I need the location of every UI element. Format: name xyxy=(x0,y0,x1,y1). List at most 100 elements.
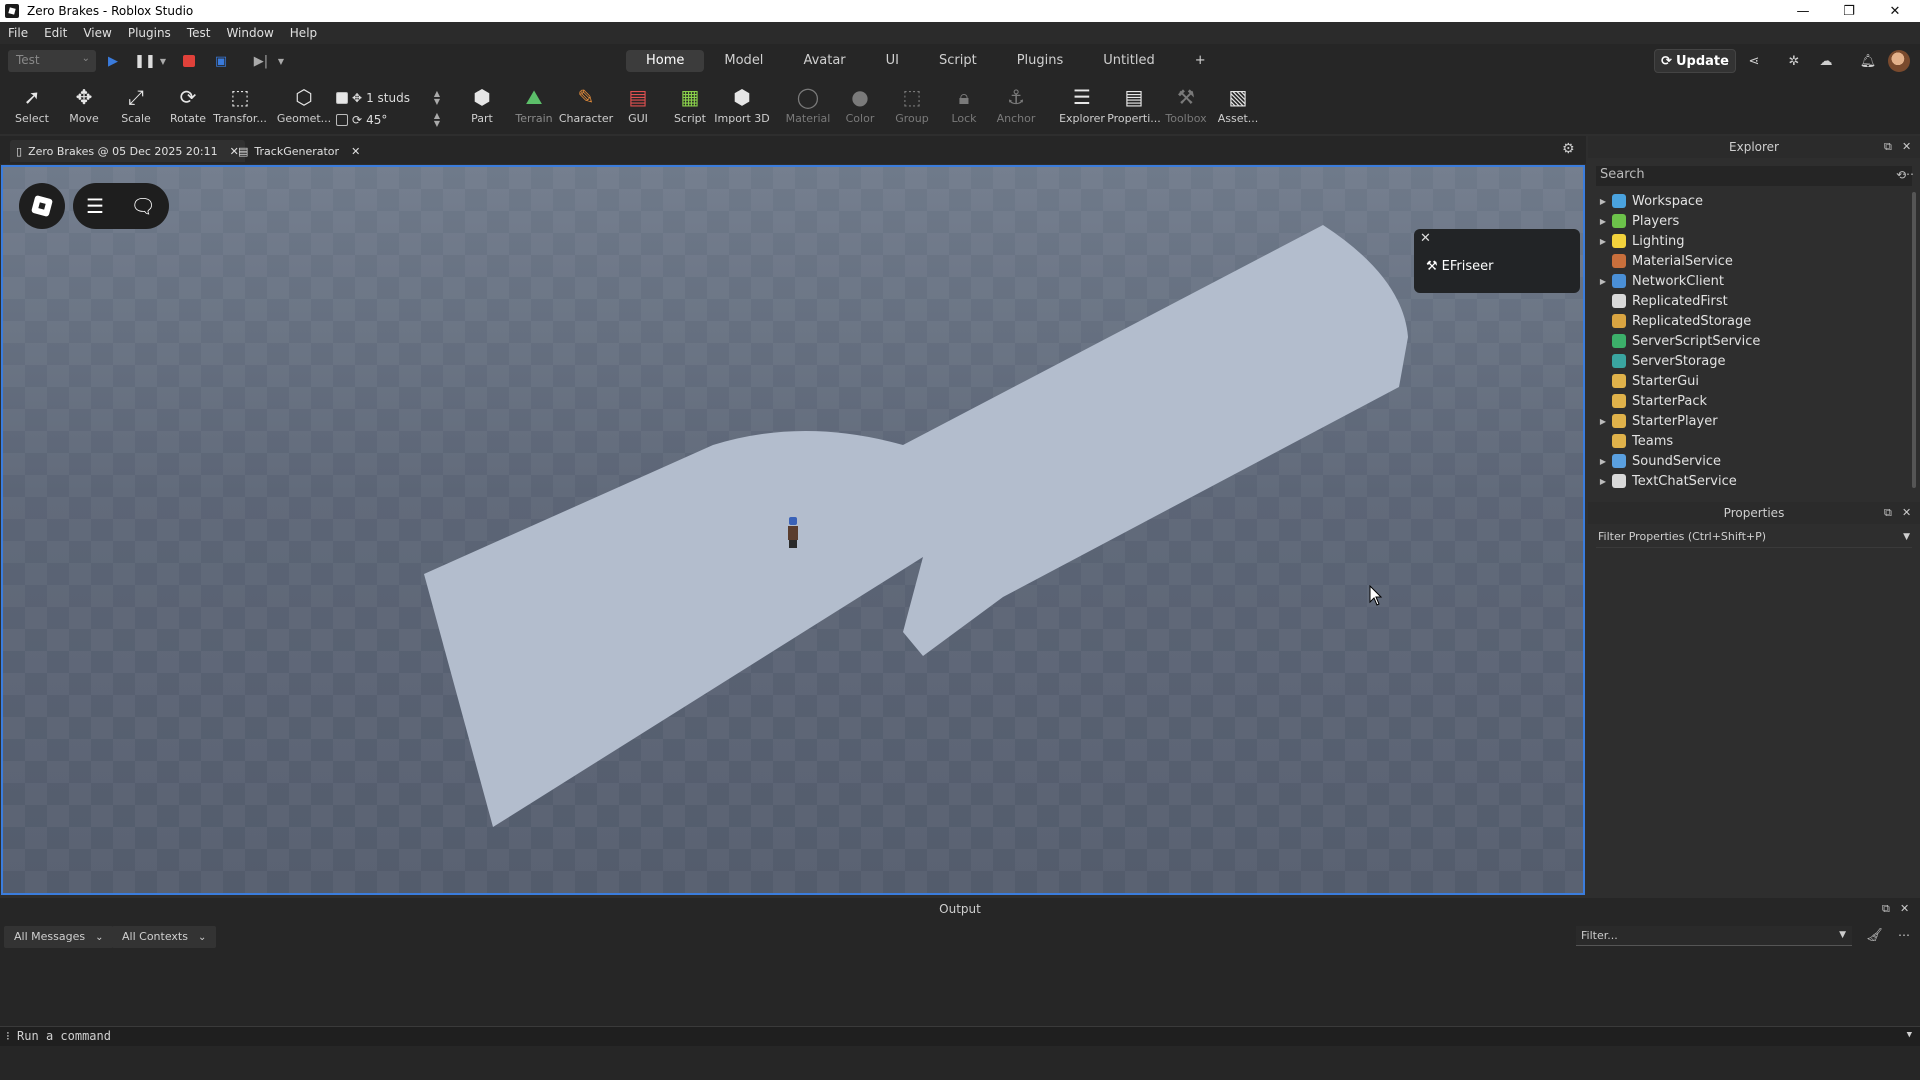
collaborate-icon[interactable]: ✲ xyxy=(1786,53,1802,69)
menu-edit[interactable]: Edit xyxy=(36,26,75,40)
menu-file[interactable]: File xyxy=(0,26,36,40)
rotate-snap-control[interactable]: ⟳ 45° ▲ ▼ xyxy=(336,110,440,130)
tree-item-workspace[interactable]: ▶ Workspace xyxy=(1596,191,1906,211)
doc-tab-script[interactable]: ▤ TrackGenerator ✕ xyxy=(232,140,366,162)
chevron-down-icon[interactable]: ▼ xyxy=(1903,532,1910,542)
close-icon[interactable]: ✕ xyxy=(1900,902,1909,915)
expand-arrow-icon[interactable]: ▶ xyxy=(1596,217,1610,226)
color-button[interactable]: ● Color xyxy=(834,84,886,130)
update-button[interactable]: ⟳ Update xyxy=(1654,49,1736,73)
step-dropdown-icon[interactable]: ▼ xyxy=(272,52,290,70)
client-server-icon[interactable]: ▣ xyxy=(212,52,230,70)
tree-item-teams[interactable]: Teams xyxy=(1596,431,1906,451)
tab-model[interactable]: Model xyxy=(704,50,783,72)
tree-item-textchatservice[interactable]: ▶ TextChatService xyxy=(1596,471,1906,491)
tree-item-materialservice[interactable]: MaterialService xyxy=(1596,251,1906,271)
close-icon[interactable]: ✕ xyxy=(1420,231,1431,246)
tree-item-replicatedstorage[interactable]: ReplicatedStorage xyxy=(1596,311,1906,331)
undock-icon[interactable]: ⧉ xyxy=(1882,902,1890,916)
chevron-down-icon[interactable]: ▼ xyxy=(1907,1030,1912,1040)
menu-view[interactable]: View xyxy=(75,26,119,40)
clear-output-icon[interactable]: 🧹︎ xyxy=(1866,928,1883,943)
bell-icon[interactable]: 🔔︎ xyxy=(1860,53,1877,69)
pause-dropdown-icon[interactable]: ▼ xyxy=(154,52,172,70)
roblox-menu-button[interactable] xyxy=(19,183,65,229)
output-filter-input[interactable]: Filter... ▼ xyxy=(1576,926,1852,946)
tree-item-replicatedfirst[interactable]: ReplicatedFirst xyxy=(1596,291,1906,311)
terrain-button[interactable]: ⛰ Terrain xyxy=(508,84,560,130)
menu-test[interactable]: Test xyxy=(179,26,219,40)
move-tool-button[interactable]: ✥ Move xyxy=(58,84,110,130)
messages-filter-dropdown[interactable]: All Messages ⌄ xyxy=(4,926,114,948)
material-button[interactable]: ◯ Material xyxy=(782,84,834,130)
explorer-scrollbar[interactable] xyxy=(1912,192,1916,488)
anchor-button[interactable]: ⚓︎ Anchor xyxy=(990,84,1042,130)
tree-item-serverstorage[interactable]: ServerStorage xyxy=(1596,351,1906,371)
tab-untitled[interactable]: Untitled xyxy=(1083,50,1174,72)
chevron-down-icon[interactable]: ▼ xyxy=(1839,930,1846,940)
tree-item-startergui[interactable]: StarterGui xyxy=(1596,371,1906,391)
tab-home[interactable]: Home xyxy=(626,50,705,72)
minimize-button[interactable]: — xyxy=(1780,0,1826,22)
explorer-search-input[interactable]: Search ⟲ xyxy=(1596,166,1912,186)
expand-arrow-icon[interactable]: ▶ xyxy=(1596,417,1610,426)
move-snap-control[interactable]: ✥ 1 studs ▲ ▼ xyxy=(336,88,440,108)
geometry-tool-button[interactable]: ⬡ Geomet... xyxy=(277,84,331,130)
restore-button[interactable]: ❐ xyxy=(1826,0,1872,22)
expand-arrow-icon[interactable]: ▶ xyxy=(1596,277,1610,286)
mode-select[interactable]: Test ⌄ xyxy=(8,50,96,72)
tab-script[interactable]: Script xyxy=(919,50,997,72)
gear-icon[interactable]: ⚙ xyxy=(1562,141,1575,157)
transform-tool-button[interactable]: ⬚ Transfor... xyxy=(213,84,267,130)
tree-item-players[interactable]: ▶ Players xyxy=(1596,211,1906,231)
contexts-filter-dropdown[interactable]: All Contexts ⌄ xyxy=(112,926,217,948)
more-options-icon[interactable]: ⋯ xyxy=(1902,167,1914,181)
scale-tool-button[interactable]: ⤢ Scale xyxy=(110,84,162,130)
close-icon[interactable]: ✕ xyxy=(1902,140,1911,153)
explorer-button[interactable]: ☰ Explorer xyxy=(1056,84,1108,130)
properties-filter-input[interactable]: Filter Properties (Ctrl+Shift+P) ▼ xyxy=(1596,530,1912,548)
rotate-stepper-icon[interactable]: ▲ ▼ xyxy=(434,112,440,128)
close-icon[interactable]: ✕ xyxy=(1902,506,1911,519)
expand-arrow-icon[interactable]: ▶ xyxy=(1596,477,1610,486)
group-button[interactable]: ⬚ Group xyxy=(886,84,938,130)
tree-item-soundservice[interactable]: ▶ SoundService xyxy=(1596,451,1906,471)
tree-item-starterplayer[interactable]: ▶ StarterPlayer xyxy=(1596,411,1906,431)
tree-item-starterpack[interactable]: StarterPack xyxy=(1596,391,1906,411)
undock-icon[interactable]: ⧉ xyxy=(1884,140,1892,154)
tab-avatar[interactable]: Avatar xyxy=(783,50,865,72)
tree-item-networkclient[interactable]: ▶ NetworkClient xyxy=(1596,271,1906,291)
command-bar[interactable]: ⁝ Run a command ▼ xyxy=(0,1026,1920,1046)
step-icon[interactable]: ▶| xyxy=(252,52,270,70)
add-tab-button[interactable]: + xyxy=(1175,50,1226,72)
toolbox-button[interactable]: ⚒ Toolbox xyxy=(1160,84,1212,130)
tab-ui[interactable]: UI xyxy=(866,50,919,72)
tree-item-serverscriptservice[interactable]: ServerScriptService xyxy=(1596,331,1906,351)
move-snap-checkbox[interactable] xyxy=(336,92,348,104)
doc-tab-place[interactable]: ▯ Zero Brakes @ 05 Dec 2025 20:11 ✕ xyxy=(10,140,245,162)
hamburger-menu-icon[interactable]: ☰ xyxy=(86,194,104,218)
select-tool-button[interactable]: ➚ Select xyxy=(6,84,58,130)
play-icon[interactable]: ▶ xyxy=(104,52,122,70)
expand-arrow-icon[interactable]: ▶ xyxy=(1596,457,1610,466)
tree-item-lighting[interactable]: ▶ Lighting xyxy=(1596,231,1906,251)
more-options-icon[interactable]: ⋯ xyxy=(1898,928,1910,942)
lock-button[interactable]: 🔒︎ Lock xyxy=(938,84,990,130)
snap-stepper-icon[interactable]: ▲ ▼ xyxy=(434,90,440,106)
undock-icon[interactable]: ⧉ xyxy=(1884,506,1892,520)
menu-window[interactable]: Window xyxy=(218,26,281,40)
expand-arrow-icon[interactable]: ▶ xyxy=(1596,197,1610,206)
cloud-icon[interactable]: ☁ xyxy=(1818,53,1834,69)
menu-plugins[interactable]: Plugins xyxy=(120,26,179,40)
character-button[interactable]: ✎ Character xyxy=(559,84,613,130)
part-button[interactable]: ⬢ Part xyxy=(456,84,508,130)
expand-arrow-icon[interactable]: ▶ xyxy=(1596,237,1610,246)
gui-button[interactable]: ▤ GUI xyxy=(612,84,664,130)
properties-button[interactable]: ▤ Properti... xyxy=(1107,84,1161,130)
script-button[interactable]: ▦ Script xyxy=(664,84,716,130)
close-icon[interactable]: ✕ xyxy=(351,145,360,158)
stop-icon[interactable] xyxy=(180,52,198,70)
share-icon[interactable]: ⋖ xyxy=(1746,53,1762,69)
chat-icon[interactable]: 🗨︎ xyxy=(130,194,155,218)
menu-help[interactable]: Help xyxy=(282,26,325,40)
